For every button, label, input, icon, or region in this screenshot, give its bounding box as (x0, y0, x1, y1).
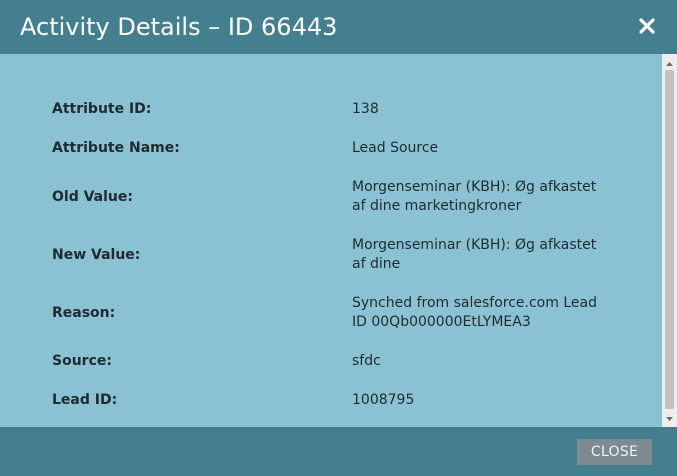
dialog-footer: CLOSE (0, 427, 677, 476)
detail-label: Old Value: (52, 188, 133, 205)
detail-row-old-value: Old Value: Morgenseminar (KBH): Øg afkas… (52, 168, 602, 226)
detail-label: Source: (52, 353, 112, 369)
detail-row-attribute-name: Attribute Name: Lead Source (52, 129, 602, 168)
detail-row-new-value: New Value: Morgenseminar (KBH): Øg afkas… (52, 226, 602, 284)
detail-row-attribute-id: Attribute ID: 138 (52, 90, 602, 129)
detail-value: 1008795 (352, 392, 415, 408)
detail-value: Morgenseminar (KBH): Øg afkastet af dine… (352, 179, 597, 214)
detail-label: New Value: (52, 246, 141, 263)
close-button[interactable]: CLOSE (577, 439, 652, 465)
close-icon[interactable] (635, 14, 659, 38)
detail-value: Morgenseminar (KBH): Øg afkastet af dine (352, 237, 597, 272)
detail-value: Lead Source (352, 140, 439, 156)
activity-details-dialog: Activity Details – ID 66443 Attribute ID… (0, 0, 677, 476)
scroll-down-arrow-icon[interactable] (662, 411, 677, 425)
detail-value: sfdc (352, 353, 381, 369)
vertical-scrollbar[interactable] (662, 54, 677, 427)
detail-label: Lead ID: (52, 392, 118, 408)
detail-value: Synched from salesforce.com Lead ID 00Qb… (352, 295, 597, 330)
dialog-title: Activity Details – ID 66443 (20, 13, 338, 41)
detail-label: Reason: (52, 304, 116, 321)
scroll-up-arrow-icon[interactable] (662, 56, 677, 70)
detail-label: Attribute ID: (52, 101, 152, 117)
detail-label: Attribute Name: (52, 140, 180, 156)
details-table: Attribute ID: 138 Attribute Name: Lead S… (52, 90, 602, 420)
detail-row-source: Source: sfdc (52, 342, 602, 381)
detail-row-reason: Reason: Synched from salesforce.com Lead… (52, 284, 602, 342)
detail-row-lead-id: Lead ID: 1008795 (52, 381, 602, 420)
detail-value: 138 (352, 101, 379, 117)
dialog-content: Attribute ID: 138 Attribute Name: Lead S… (0, 54, 662, 427)
dialog-header: Activity Details – ID 66443 (0, 0, 677, 54)
scrollbar-thumb[interactable] (665, 70, 674, 409)
